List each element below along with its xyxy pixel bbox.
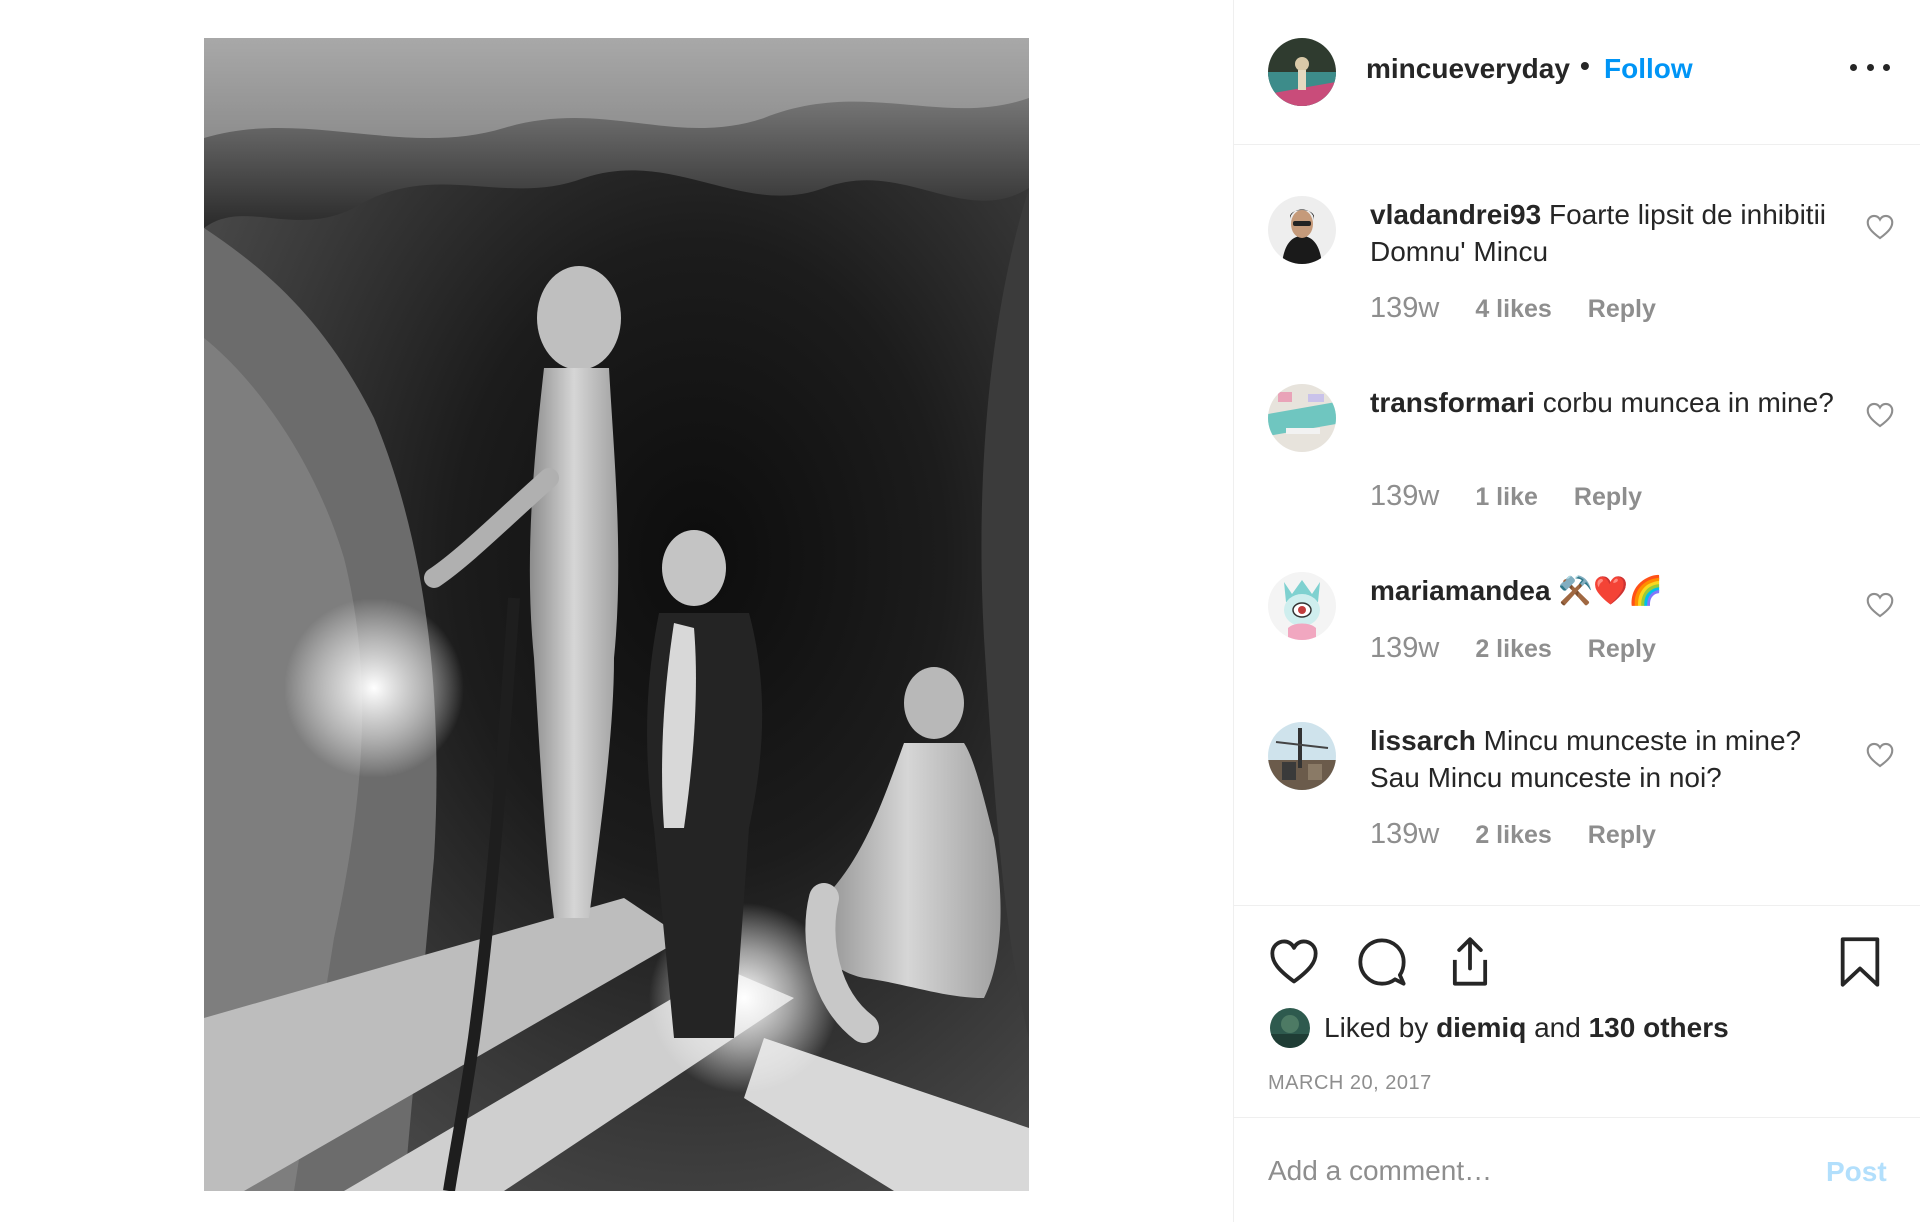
comment-time[interactable]: 139w: [1370, 818, 1439, 851]
more-dot: [1866, 63, 1874, 71]
comment-meta: 139w 2 likes Reply: [1370, 632, 1656, 665]
comment-heart-icon[interactable]: [1866, 592, 1894, 618]
more-dot: [1850, 63, 1857, 71]
comment-username[interactable]: vladandrei93: [1370, 199, 1541, 230]
comment-time[interactable]: 139w: [1370, 632, 1439, 665]
author-avatar-image: [1268, 38, 1336, 106]
comment-item: transformari corbu muncea in mine? 139w …: [1234, 384, 1920, 544]
comment-body: transformari corbu muncea in mine?: [1370, 384, 1840, 421]
comment-heart-icon[interactable]: [1866, 214, 1894, 240]
comment-time[interactable]: 139w: [1370, 480, 1439, 513]
comment-text: ⚒️❤️🌈: [1558, 575, 1663, 606]
liked-by-row: Liked by diemiq and 130 others: [1270, 1007, 1729, 1049]
comment-time[interactable]: 139w: [1370, 292, 1439, 325]
liked-by-middle: and: [1534, 1012, 1581, 1043]
liker-avatar-image: [1270, 1008, 1310, 1048]
post-media-area: [0, 0, 1233, 1222]
commenter-avatar-image: [1268, 384, 1336, 452]
post-photo[interactable]: [204, 38, 1029, 1191]
commenter-avatar[interactable]: [1268, 572, 1336, 640]
comment-heart-icon[interactable]: [1866, 402, 1894, 428]
author-avatar[interactable]: [1268, 38, 1336, 106]
liked-by-user[interactable]: diemiq: [1436, 1012, 1526, 1043]
post-side-panel: mincueveryday • Follow vladandrei93 Foar…: [1234, 0, 1920, 1222]
reply-button[interactable]: Reply: [1588, 821, 1656, 850]
commenter-avatar[interactable]: [1268, 384, 1336, 452]
comment-username[interactable]: mariamandea: [1370, 575, 1551, 606]
post-actions: Liked by diemiq and 130 others MARCH 20,…: [1234, 905, 1920, 1117]
comment-item: mariamandea ⚒️❤️🌈 139w 2 likes Reply: [1234, 572, 1920, 692]
comment-item: vladandrei93 Foarte lipsit de inhibitii …: [1234, 196, 1920, 356]
liked-by-prefix: Liked by: [1324, 1012, 1429, 1043]
commenter-avatar[interactable]: [1268, 722, 1336, 790]
liked-by-text: Liked by diemiq and 130 others: [1324, 1012, 1729, 1044]
comment-likes[interactable]: 4 likes: [1475, 295, 1551, 324]
reply-button[interactable]: Reply: [1574, 483, 1642, 512]
comment-likes[interactable]: 1 like: [1475, 483, 1538, 512]
comment-heart-icon[interactable]: [1866, 742, 1894, 768]
comment-likes[interactable]: 2 likes: [1475, 635, 1551, 664]
reply-button[interactable]: Reply: [1588, 295, 1656, 324]
add-comment-bar: Post: [1234, 1117, 1920, 1222]
post-comment-button[interactable]: Post: [1826, 1156, 1887, 1188]
author-username[interactable]: mincueveryday: [1366, 53, 1570, 85]
bookmark-icon[interactable]: [1834, 936, 1886, 988]
follow-button[interactable]: Follow: [1604, 53, 1693, 85]
more-dot: [1883, 63, 1890, 71]
comment-input[interactable]: [1268, 1148, 1788, 1194]
post-date[interactable]: MARCH 20, 2017: [1268, 1072, 1432, 1095]
comment-username[interactable]: transformari: [1370, 387, 1535, 418]
comment-text: corbu muncea in mine?: [1542, 387, 1834, 418]
liked-by-others[interactable]: 130 others: [1589, 1012, 1729, 1043]
commenter-avatar-image: [1268, 196, 1336, 264]
commenter-avatar-image: [1268, 572, 1336, 640]
liker-avatar[interactable]: [1270, 1008, 1310, 1048]
commenter-avatar[interactable]: [1268, 196, 1336, 264]
more-options-icon[interactable]: [1850, 60, 1890, 74]
post-header: mincueveryday • Follow: [1234, 0, 1920, 145]
comment-meta: 139w 2 likes Reply: [1370, 818, 1656, 851]
comment-item: lissarch Mincu munceste in mine? Sau Min…: [1234, 722, 1920, 882]
comment-username[interactable]: lissarch: [1370, 725, 1476, 756]
comment-body: lissarch Mincu munceste in mine? Sau Min…: [1370, 722, 1840, 796]
comment-likes[interactable]: 2 likes: [1475, 821, 1551, 850]
reply-button[interactable]: Reply: [1588, 635, 1656, 664]
heart-icon[interactable]: [1268, 936, 1320, 988]
comment-body: mariamandea ⚒️❤️🌈: [1370, 572, 1840, 609]
mine-photo-illustration: [204, 38, 1029, 1191]
header-separator: •: [1580, 50, 1590, 81]
share-icon[interactable]: [1444, 936, 1496, 988]
comment-meta: 139w 1 like Reply: [1370, 480, 1642, 513]
commenter-avatar-image: [1268, 722, 1336, 790]
comment-meta: 139w 4 likes Reply: [1370, 292, 1656, 325]
comment-icon[interactable]: [1356, 936, 1408, 988]
comment-body: vladandrei93 Foarte lipsit de inhibitii …: [1370, 196, 1840, 270]
